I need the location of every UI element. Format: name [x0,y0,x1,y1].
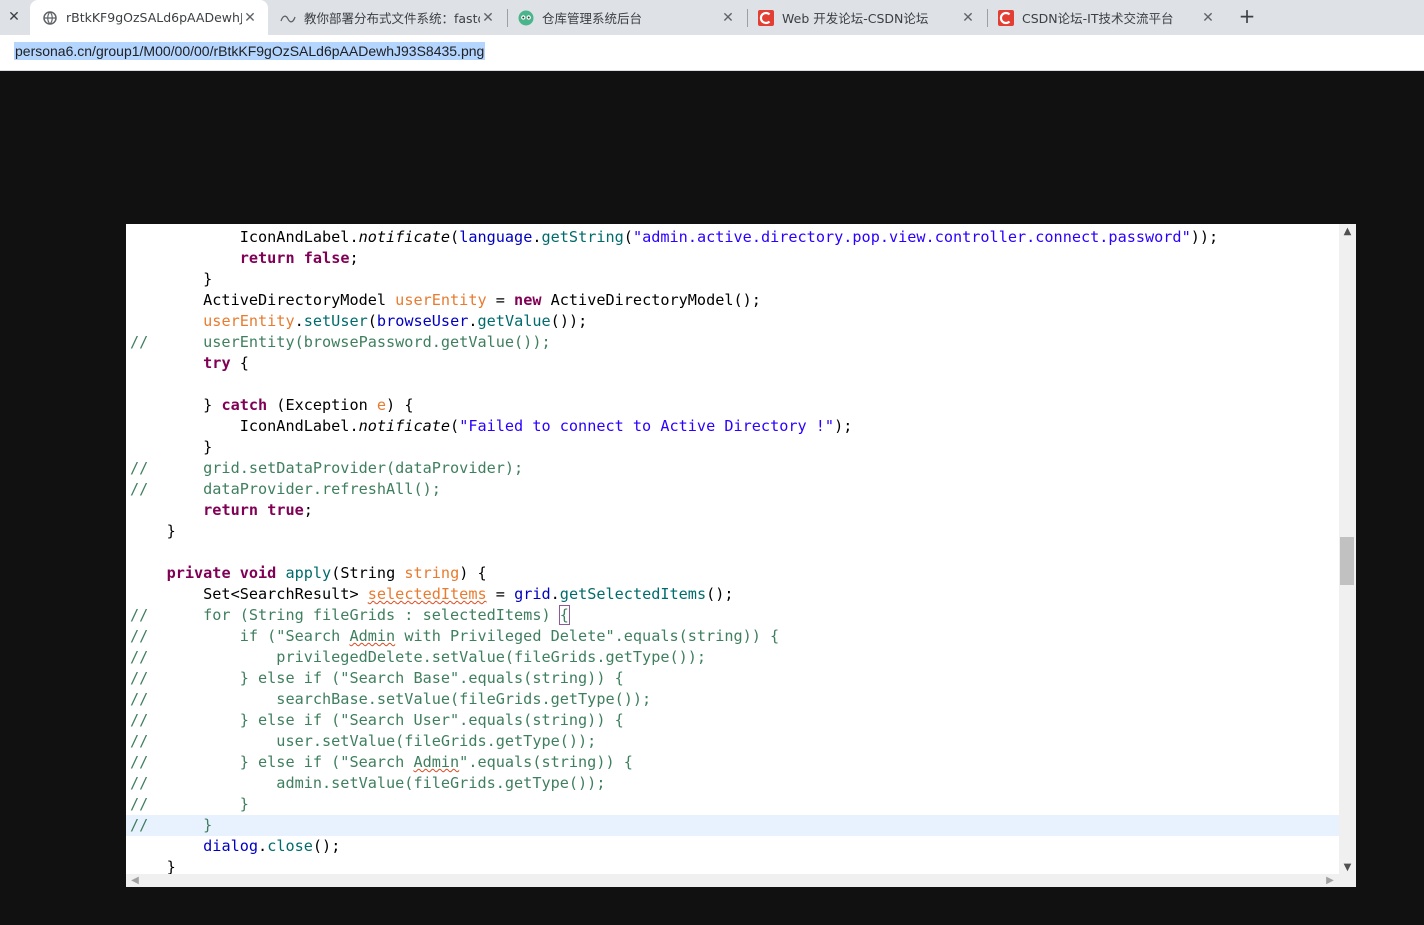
code-line: // dataProvider.refreshAll(); [130,480,441,498]
code-screenshot-image: IconAndLabel.notificate(language.getStri… [126,224,1356,887]
code-line: IconAndLabel.notificate("Failed to conne… [130,417,853,435]
tab-close-icon[interactable]: ✕ [720,10,736,26]
code-line: // } [130,795,249,813]
tab-close-icon[interactable]: ✕ [242,10,258,26]
code-line: } [130,438,213,456]
scroll-right-icon[interactable]: ▶ [1323,874,1337,887]
code-line: // for (String fileGrids : selectedItems… [130,605,570,625]
tab-image[interactable]: rBtkKF9gOzSALd6pAADewhJ9 ✕ [30,0,268,35]
code-line: // userEntity(browsePassword.getValue())… [130,333,551,351]
code-line: return true; [203,501,313,519]
tab-title: 仓库管理系统后台 [542,11,643,26]
code-line: // user.setValue(fileGrids.getType()); [130,732,597,750]
code-line: // } else if ("Search User".equals(strin… [130,711,624,729]
address-bar-area: persona6.cn/group1/M00/00/00/rBtkKF9gOzS… [0,35,1424,71]
close-icon[interactable]: ✕ [6,9,22,25]
scrollbar-corner [1339,874,1356,887]
scroll-up-icon[interactable]: ▲ [1339,224,1356,238]
code-line: // if ("Search Admin with Privileged Del… [130,627,780,645]
horizontal-scrollbar[interactable]: ◀ ▶ [126,874,1339,887]
tab-fastdfs[interactable]: 教你部署分布式文件系统：fastd ✕ [270,0,506,35]
tab-close-icon[interactable]: ✕ [960,10,976,26]
code-line: // privilegedDelete.setValue(fileGrids.g… [130,648,707,666]
owl-logo-icon [518,10,534,26]
code-line: ActiveDirectoryModel userEntity = new Ac… [130,291,761,309]
tab-title: Web 开发论坛-CSDN论坛 [782,11,929,26]
code-line: Set<SearchResult> selectedItems = grid.g… [130,585,734,603]
code-line: dialog.close(); [203,837,341,855]
scroll-left-icon[interactable]: ◀ [128,874,142,887]
code-line: userEntity.setUser(browseUser.getValue()… [203,312,588,330]
code-line: } [130,270,213,288]
scroll-down-icon[interactable]: ▼ [1339,860,1356,874]
tab-close-icon[interactable]: ✕ [480,10,496,26]
tab-csdn-forum[interactable]: CSDN论坛-IT技术交流平台 ✕ [988,0,1226,35]
code-line: } catch (Exception e) { [130,396,414,414]
code-line: // } else if ("Search Admin".equals(stri… [130,753,633,771]
code-line: // searchBase.setValue(fileGrids.getType… [130,690,652,708]
site-logo-icon [280,10,296,26]
code-line: try { [203,354,249,372]
address-input[interactable]: persona6.cn/group1/M00/00/00/rBtkKF9gOzS… [14,42,486,60]
code-line: private void apply(String string) { [166,564,487,582]
code-line: // } else if ("Search Base".equals(strin… [130,669,624,687]
globe-icon [42,10,58,26]
code-line: IconAndLabel.notificate(language.getStri… [130,228,1219,246]
code-line: return false; [239,249,359,267]
tab-title: rBtkKF9gOzSALd6pAADewhJ9 [66,10,242,25]
code-line: // } [126,815,1339,836]
csdn-logo-icon [998,9,1014,26]
tab-strip: ✕ rBtkKF9gOzSALd6pAADewhJ9 ✕ 教你部署分布式文件系统… [0,0,1424,35]
tab-close-icon[interactable]: ✕ [1200,10,1216,26]
csdn-logo-icon [758,9,774,26]
code-line: } [130,858,176,874]
tab-warehouse[interactable]: 仓库管理系统后台 ✕ [508,0,746,35]
code-line: } [130,522,176,540]
new-tab-button[interactable]: + [1236,4,1258,28]
code-line: // admin.setValue(fileGrids.getType()); [130,774,606,792]
tab-csdn-web[interactable]: Web 开发论坛-CSDN论坛 ✕ [748,0,986,35]
tab-title: 教你部署分布式文件系统：fastd [304,11,480,26]
scroll-thumb[interactable] [1340,537,1354,585]
code-line: // grid.setDataProvider(dataProvider); [130,459,524,477]
tab-title: CSDN论坛-IT技术交流平台 [1022,11,1174,26]
code-editor: IconAndLabel.notificate(language.getStri… [126,224,1339,874]
vertical-scrollbar[interactable]: ▲ ▼ [1339,224,1356,874]
